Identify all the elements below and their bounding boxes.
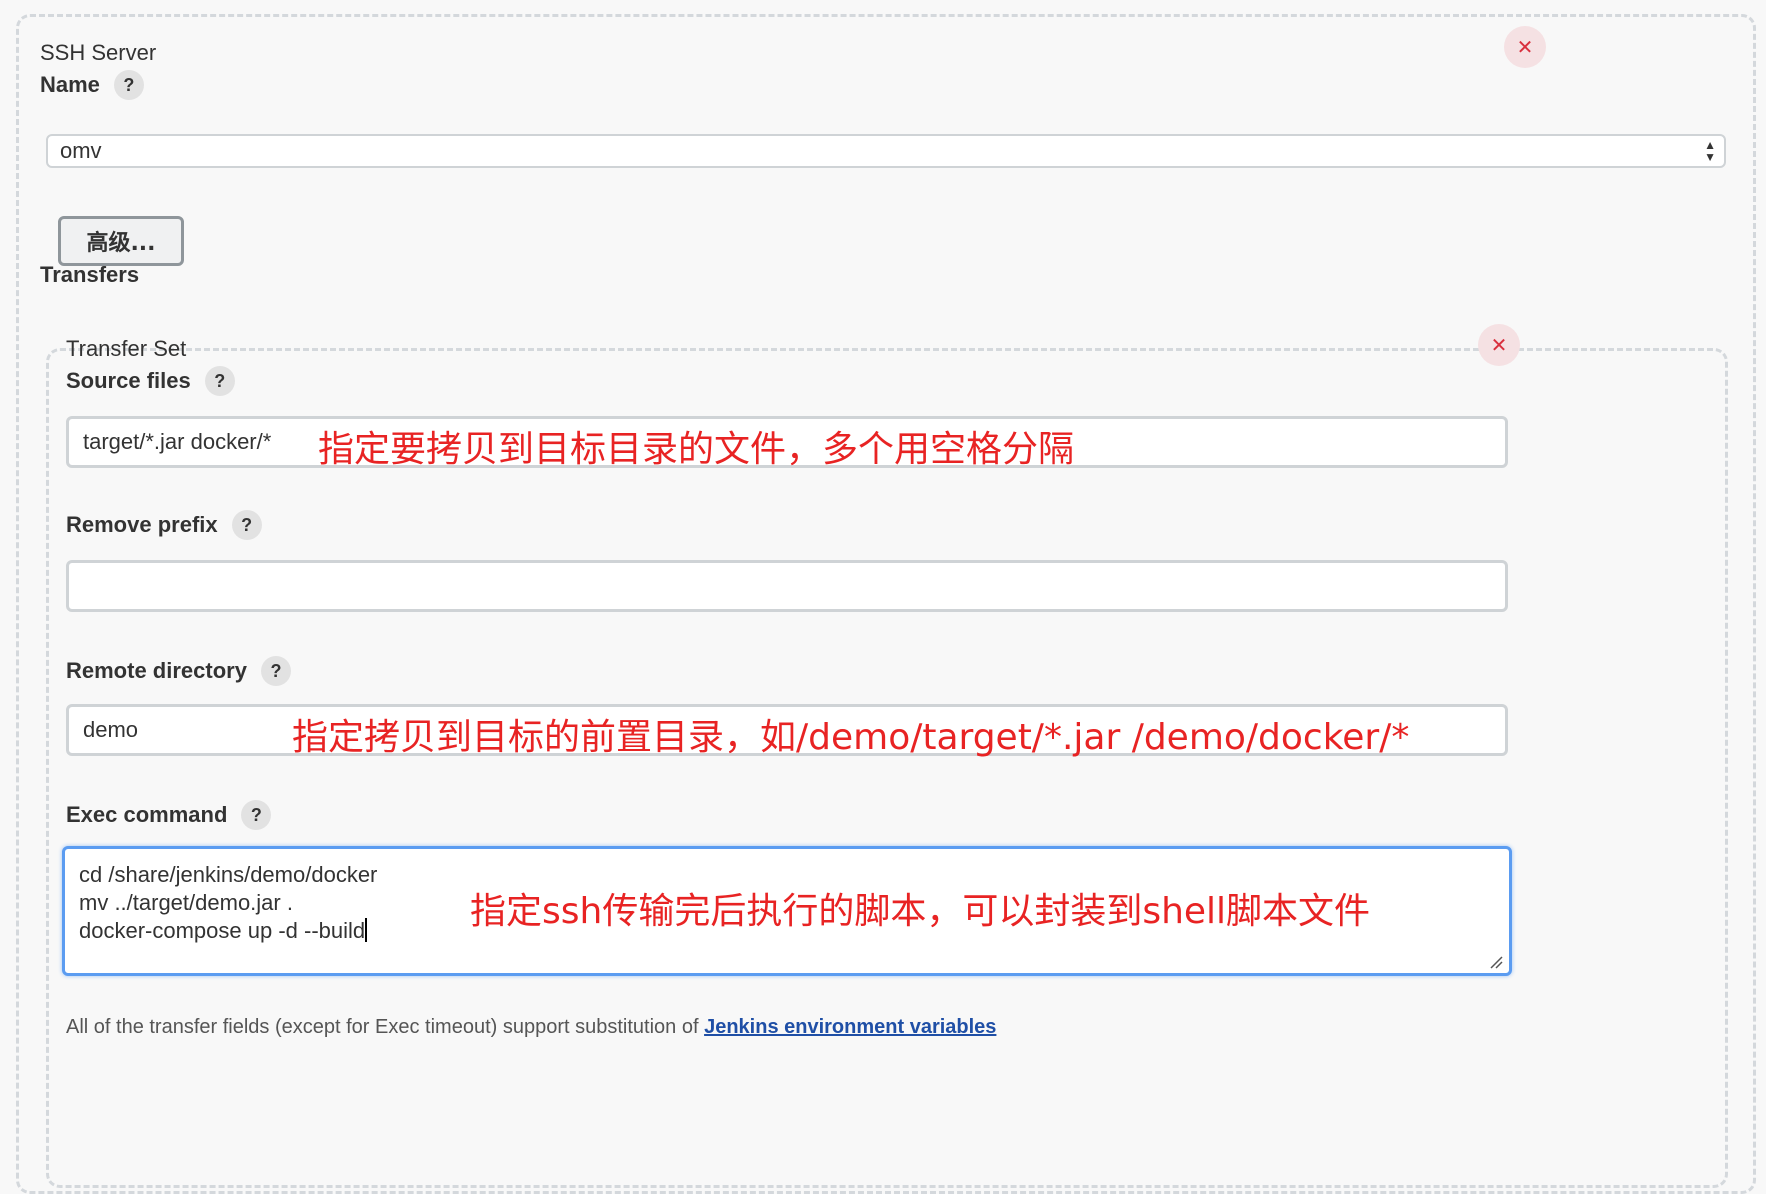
footnote-text: All of the transfer fields (except for E…: [66, 1016, 705, 1038]
transfer-set-panel: [46, 348, 1728, 1188]
source-files-value: target/*.jar docker/*: [83, 429, 272, 454]
transfers-label: Transfers: [40, 262, 140, 287]
remote-directory-label-row: Remote directory ?: [66, 656, 291, 686]
resize-handle-icon[interactable]: [1489, 955, 1503, 969]
remote-directory-value: demo: [83, 717, 139, 742]
ssh-server-title: SSH Server: [40, 40, 157, 65]
text-caret: [365, 918, 368, 942]
close-icon: ✕: [1516, 36, 1534, 59]
exec-command-line-text: docker-compose up -d --build: [79, 918, 366, 943]
remove-prefix-help-icon[interactable]: ?: [231, 510, 262, 540]
remote-directory-label: Remote directory: [66, 658, 247, 683]
source-files-label: Source files: [66, 368, 191, 393]
exec-command-label: Exec command: [66, 802, 228, 827]
name-help-icon[interactable]: ?: [113, 70, 144, 100]
source-files-annotation: 指定要拷贝到目标目录的文件，多个用空格分隔: [318, 429, 1075, 470]
close-icon: ✕: [1490, 334, 1508, 357]
exec-command-help-icon[interactable]: ?: [241, 800, 272, 830]
exec-command-annotation: 指定ssh传输完后执行的脚本，可以封装到shell脚本文件: [470, 891, 1371, 932]
remove-prefix-input[interactable]: [66, 560, 1508, 612]
source-files-help-icon[interactable]: ?: [204, 366, 235, 396]
name-label-row: Name ?: [40, 70, 144, 100]
remove-transfer-set-button[interactable]: ✕: [1478, 324, 1520, 366]
selected-server-value: omv: [60, 138, 102, 163]
remote-directory-annotation: 指定拷贝到目标的前置目录，如/demo/target/*.jar /demo/d…: [292, 717, 1410, 758]
transfer-set-title: Transfer Set: [66, 336, 187, 361]
remove-prefix-label-row: Remove prefix ?: [66, 510, 262, 540]
remote-directory-help-icon[interactable]: ?: [260, 656, 291, 686]
advanced-button[interactable]: 高级...: [58, 216, 184, 266]
transfer-fields-note: All of the transfer fields (except for E…: [66, 1016, 996, 1039]
remove-ssh-server-button[interactable]: ✕: [1504, 26, 1546, 68]
jenkins-env-vars-link[interactable]: Jenkins environment variables: [704, 1016, 996, 1038]
select-arrows-icon: ▲ ▼: [1704, 138, 1716, 164]
source-files-label-row: Source files ?: [66, 366, 235, 396]
name-label: Name: [40, 72, 100, 97]
exec-command-label-row: Exec command ?: [66, 800, 272, 830]
ssh-server-name-select[interactable]: omv ▲ ▼: [46, 134, 1726, 168]
remove-prefix-label: Remove prefix: [66, 512, 218, 537]
